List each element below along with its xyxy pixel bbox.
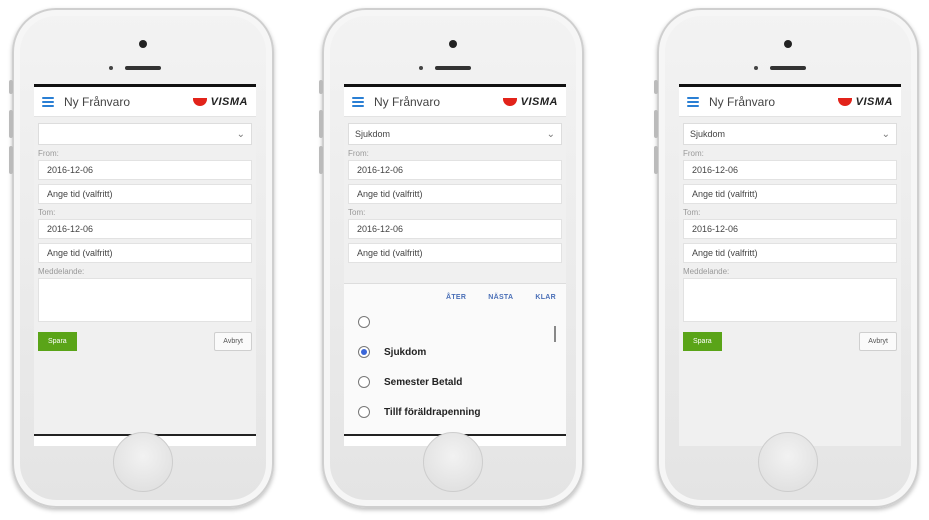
- form-actions: Spara Avbryt: [683, 332, 897, 351]
- save-button[interactable]: Spara: [38, 332, 77, 351]
- proximity-sensor: [109, 66, 113, 70]
- picker-toolbar: ÅTER NÄSTA KLAR: [344, 284, 566, 307]
- phone-screen: Ny Frånvaro VISMA Sjukdom ⌄ From: 2016-1…: [679, 84, 901, 446]
- chevron-down-icon: ⌄: [546, 128, 555, 140]
- phone-frame-1: Ny Frånvaro VISMA ⌄ From: 2016-12-06 Ang…: [9, 8, 274, 508]
- front-camera: [449, 40, 457, 48]
- message-label: Meddelande:: [38, 267, 85, 276]
- tom-date-field[interactable]: 2016-12-06: [348, 219, 562, 239]
- app-header: Ny Frånvaro VISMA: [679, 87, 901, 117]
- proximity-sensor: [419, 66, 423, 70]
- hamburger-icon[interactable]: [42, 96, 54, 107]
- tom-date-field[interactable]: 2016-12-06: [38, 219, 252, 239]
- mute-switch: [654, 80, 658, 94]
- from-time-field[interactable]: Ange tid (valfritt): [348, 184, 562, 204]
- from-date-field[interactable]: 2016-12-06: [38, 160, 252, 180]
- earpiece-speaker: [435, 66, 471, 70]
- message-label: Meddelande:: [683, 267, 730, 276]
- app-header: Ny Frånvaro VISMA: [344, 87, 566, 117]
- absence-form: Sjukdom ⌄ From: 2016-12-06 Ange tid (val…: [679, 117, 901, 351]
- mute-switch: [319, 80, 323, 94]
- phone-screen: Ny Frånvaro VISMA ⌄ From: 2016-12-06 Ang…: [34, 84, 256, 446]
- volume-up-button: [319, 110, 323, 138]
- message-textarea[interactable]: [683, 278, 897, 322]
- tom-label: Tom:: [683, 208, 701, 217]
- home-button: [758, 432, 818, 492]
- page-title: Ny Frånvaro: [374, 94, 441, 109]
- hamburger-icon[interactable]: [352, 96, 364, 107]
- radio-icon: [358, 406, 370, 418]
- proximity-sensor: [754, 66, 758, 70]
- picker-option[interactable]: Semester Betald: [344, 367, 566, 397]
- picker-back-button[interactable]: ÅTER: [446, 294, 466, 301]
- from-label: From:: [683, 149, 704, 158]
- picker-done-button[interactable]: KLAR: [535, 294, 556, 301]
- picker-option[interactable]: [344, 307, 566, 337]
- from-label: From:: [38, 149, 59, 158]
- phone-screen: Ny Frånvaro VISMA Sjukdom ⌄ From: 2016-1…: [344, 84, 566, 446]
- absence-type-select[interactable]: ⌄: [38, 123, 252, 145]
- absence-type-select[interactable]: Sjukdom ⌄: [348, 123, 562, 145]
- visma-logo-icon: VISMA: [192, 95, 248, 108]
- from-date-field[interactable]: 2016-12-06: [348, 160, 562, 180]
- mute-switch: [9, 80, 13, 94]
- home-button: [113, 432, 173, 492]
- volume-up-button: [654, 110, 658, 138]
- absence-type-value: Sjukdom: [355, 129, 391, 139]
- save-button[interactable]: Spara: [683, 332, 722, 351]
- visma-logo-icon: VISMA: [502, 95, 558, 108]
- logo-text: VISMA: [210, 95, 248, 108]
- absence-type-select[interactable]: Sjukdom ⌄: [683, 123, 897, 145]
- cancel-button[interactable]: Avbryt: [859, 332, 897, 351]
- hamburger-icon[interactable]: [687, 96, 699, 107]
- from-date-field[interactable]: 2016-12-06: [683, 160, 897, 180]
- select-picker: ÅTER NÄSTA KLAR Sjukdom Semester Betald …: [344, 283, 566, 446]
- picker-option-label: Sjukdom: [384, 346, 427, 358]
- home-button: [423, 432, 483, 492]
- absence-form: Sjukdom ⌄ From: 2016-12-06 Ange tid (val…: [344, 117, 566, 263]
- tom-label: Tom:: [38, 208, 56, 217]
- chevron-down-icon: ⌄: [236, 128, 245, 140]
- picker-option[interactable]: Tillf föräldrapenning: [344, 397, 566, 427]
- volume-up-button: [9, 110, 13, 138]
- tom-time-field[interactable]: Ange tid (valfritt): [348, 243, 562, 263]
- phone-frame-2: Ny Frånvaro VISMA Sjukdom ⌄ From: 2016-1…: [319, 8, 584, 508]
- from-time-field[interactable]: Ange tid (valfritt): [38, 184, 252, 204]
- volume-down-button: [9, 146, 13, 174]
- logo-text: VISMA: [855, 95, 893, 108]
- page-title: Ny Frånvaro: [64, 94, 131, 109]
- message-textarea[interactable]: [38, 278, 252, 322]
- logo-text: VISMA: [520, 95, 558, 108]
- picker-option-label: Semester Betald: [384, 376, 463, 388]
- page-title: Ny Frånvaro: [709, 94, 776, 109]
- tom-label: Tom:: [348, 208, 366, 217]
- front-camera: [784, 40, 792, 48]
- visma-logo-icon: VISMA: [837, 95, 893, 108]
- radio-icon: [358, 316, 370, 328]
- picker-scrollbar[interactable]: [554, 326, 556, 342]
- volume-down-button: [654, 146, 658, 174]
- earpiece-speaker: [770, 66, 806, 70]
- tom-date-field[interactable]: 2016-12-06: [683, 219, 897, 239]
- tom-time-field[interactable]: Ange tid (valfritt): [38, 243, 252, 263]
- chevron-down-icon: ⌄: [881, 128, 890, 140]
- volume-down-button: [319, 146, 323, 174]
- form-actions: Spara Avbryt: [38, 332, 252, 351]
- absence-form: ⌄ From: 2016-12-06 Ange tid (valfritt) T…: [34, 117, 256, 351]
- picker-option[interactable]: Sjukdom: [344, 337, 566, 367]
- phone-frame-3: Ny Frånvaro VISMA Sjukdom ⌄ From: 2016-1…: [654, 8, 919, 508]
- app-header: Ny Frånvaro VISMA: [34, 87, 256, 117]
- earpiece-speaker: [125, 66, 161, 70]
- picker-next-button[interactable]: NÄSTA: [488, 294, 513, 301]
- from-label: From:: [348, 149, 369, 158]
- tom-time-field[interactable]: Ange tid (valfritt): [683, 243, 897, 263]
- front-camera: [139, 40, 147, 48]
- from-time-field[interactable]: Ange tid (valfritt): [683, 184, 897, 204]
- picker-option-label: Tillf föräldrapenning: [384, 406, 481, 418]
- cancel-button[interactable]: Avbryt: [214, 332, 252, 351]
- radio-icon: [358, 376, 370, 388]
- absence-type-value: Sjukdom: [690, 129, 726, 139]
- radio-checked-icon: [358, 346, 370, 358]
